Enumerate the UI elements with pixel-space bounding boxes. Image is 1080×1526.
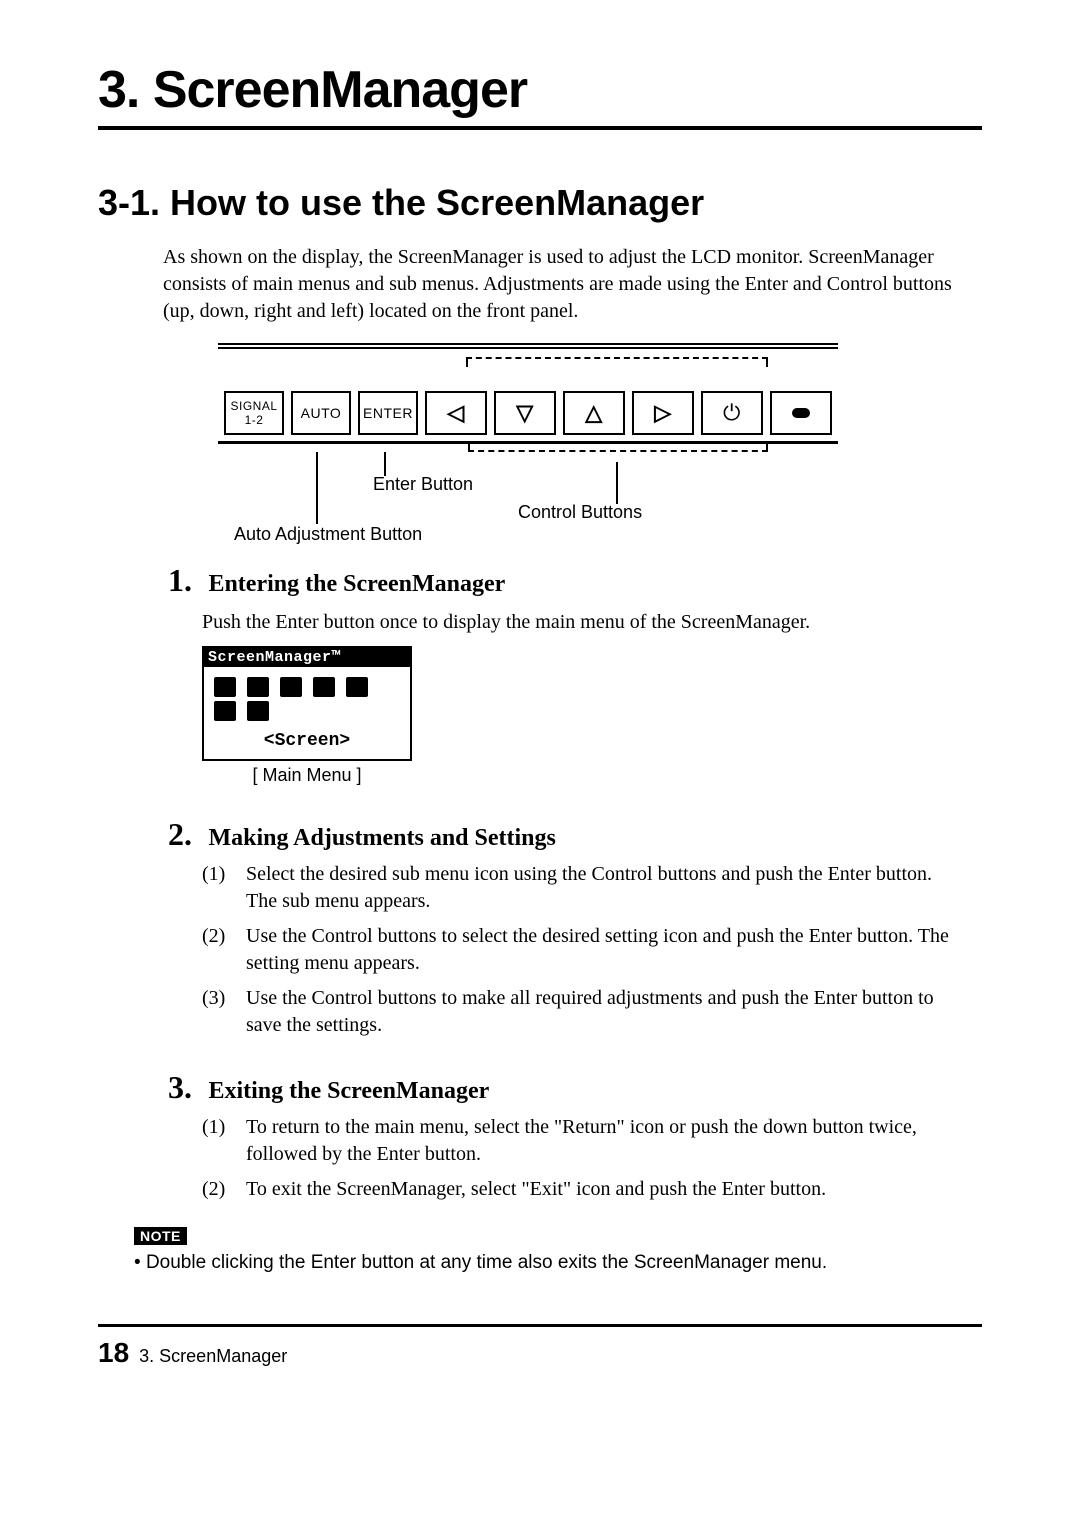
note-text: Double clicking the Enter button at any … bbox=[134, 1252, 982, 1274]
page-footer: 18 3. ScreenManager bbox=[98, 1324, 982, 1369]
auto-adjustment-caption: Auto Adjustment Button bbox=[234, 524, 422, 545]
step-1-body: Push the Enter button once to display th… bbox=[202, 609, 962, 636]
substep-number: (2) bbox=[202, 1176, 246, 1203]
control-buttons-bracket-icon bbox=[466, 357, 768, 367]
power-led-icon bbox=[770, 391, 832, 435]
osd-menu-icon bbox=[247, 701, 269, 721]
substep: (2)Use the Control buttons to select the… bbox=[202, 923, 962, 977]
footer-chapter: 3. ScreenManager bbox=[139, 1346, 287, 1367]
substep: (2)To exit the ScreenManager, select "Ex… bbox=[202, 1176, 962, 1203]
substep: (3)Use the Control buttons to make all r… bbox=[202, 985, 962, 1039]
front-panel-figure: SIGNAL 1-2 AUTO ENTER ◁ ▽ △ ▷ ⏻ Enter Bu… bbox=[218, 343, 838, 532]
osd-selected-item: <Screen> bbox=[204, 727, 410, 759]
substep-text: To exit the ScreenManager, select "Exit"… bbox=[246, 1176, 826, 1203]
signal-button: SIGNAL 1-2 bbox=[224, 391, 284, 435]
enter-button-caption: Enter Button bbox=[373, 474, 473, 495]
substep-text: Select the desired sub menu icon using t… bbox=[246, 861, 962, 915]
arrow-down-button: ▽ bbox=[494, 391, 556, 435]
step-title: Exiting the ScreenManager bbox=[208, 1078, 489, 1104]
osd-menu-icon bbox=[346, 677, 368, 697]
osd-menu-icon bbox=[313, 677, 335, 697]
step-number: 3. bbox=[168, 1069, 204, 1106]
intro-paragraph: As shown on the display, the ScreenManag… bbox=[163, 244, 964, 325]
step-2: 2. Making Adjustments and Settings bbox=[168, 816, 982, 853]
step-2-substeps: (1)Select the desired sub menu icon usin… bbox=[202, 861, 962, 1039]
arrow-left-button: ◁ bbox=[425, 391, 487, 435]
control-buttons-bracket-bottom-icon bbox=[468, 442, 768, 452]
substep: (1)To return to the main menu, select th… bbox=[202, 1114, 962, 1168]
osd-menu-icon bbox=[214, 677, 236, 697]
enter-button: ENTER bbox=[358, 391, 418, 435]
substep-text: Use the Control buttons to select the de… bbox=[246, 923, 962, 977]
arrow-up-button: △ bbox=[563, 391, 625, 435]
note-block: NOTE Double clicking the Enter button at… bbox=[134, 1227, 982, 1274]
substep-number: (1) bbox=[202, 1114, 246, 1168]
step-3: 3. Exiting the ScreenManager bbox=[168, 1069, 982, 1106]
section-title: 3-1. How to use the ScreenManager bbox=[98, 182, 982, 224]
note-label: NOTE bbox=[134, 1227, 187, 1245]
substep-text: To return to the main menu, select the "… bbox=[246, 1114, 962, 1168]
page-number: 18 bbox=[98, 1337, 129, 1369]
power-button: ⏻ bbox=[701, 391, 763, 435]
osd-title: ScreenManager™ bbox=[204, 648, 410, 667]
step-title: Making Adjustments and Settings bbox=[208, 825, 555, 851]
osd-menu-icon bbox=[280, 677, 302, 697]
osd-main-menu-figure: ScreenManager™ <Screen> [ Main Menu ] bbox=[202, 646, 982, 786]
chapter-title: 3. ScreenManager bbox=[98, 60, 982, 130]
step-1: 1. Entering the ScreenManager bbox=[168, 562, 982, 599]
substep-number: (3) bbox=[202, 985, 246, 1039]
step-title: Entering the ScreenManager bbox=[208, 571, 505, 597]
substep-number: (1) bbox=[202, 861, 246, 915]
osd-menu-icon bbox=[247, 677, 269, 697]
auto-button: AUTO bbox=[291, 391, 351, 435]
substep-number: (2) bbox=[202, 923, 246, 977]
substep: (1)Select the desired sub menu icon usin… bbox=[202, 861, 962, 915]
step-3-substeps: (1)To return to the main menu, select th… bbox=[202, 1114, 962, 1203]
step-number: 1. bbox=[168, 562, 204, 599]
signal-label: SIGNAL bbox=[230, 400, 277, 412]
osd-caption: [ Main Menu ] bbox=[202, 765, 412, 786]
signal-sub-label: 1-2 bbox=[245, 414, 264, 426]
control-buttons-caption: Control Buttons bbox=[518, 502, 642, 523]
arrow-right-button: ▷ bbox=[632, 391, 694, 435]
step-number: 2. bbox=[168, 816, 204, 853]
substep-text: Use the Control buttons to make all requ… bbox=[246, 985, 962, 1039]
osd-menu-icon bbox=[214, 701, 236, 721]
